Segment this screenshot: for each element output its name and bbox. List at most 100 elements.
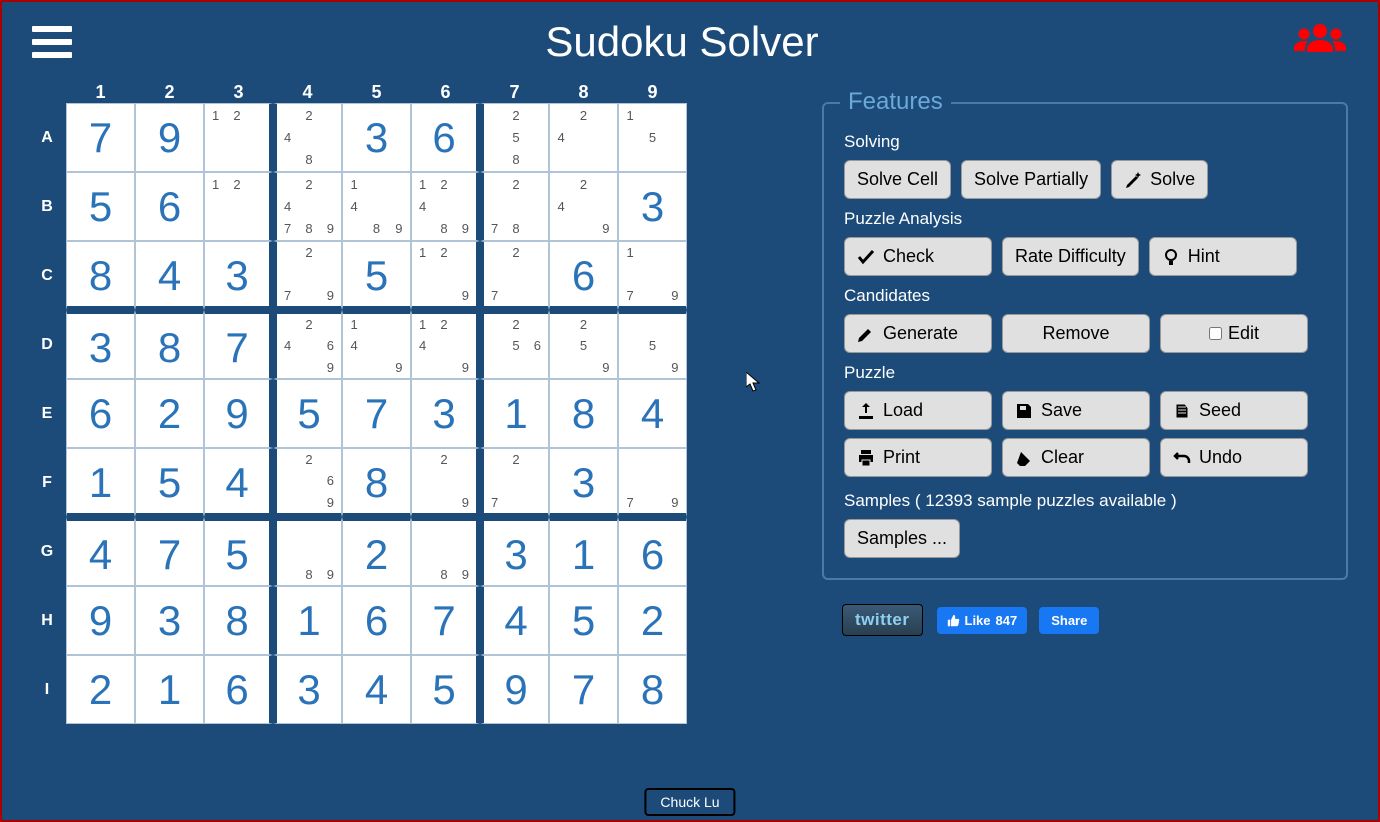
sudoku-cell[interactable]: 249 bbox=[549, 172, 618, 241]
sudoku-cell[interactable]: 2 bbox=[135, 379, 204, 448]
sudoku-cell[interactable]: 6 bbox=[342, 586, 411, 655]
sudoku-cell[interactable]: 7 bbox=[135, 517, 204, 586]
twitter-button[interactable]: twitter bbox=[842, 604, 923, 636]
sudoku-cell[interactable]: 79 bbox=[618, 448, 687, 517]
sudoku-cell[interactable]: 8 bbox=[66, 241, 135, 310]
sudoku-cell[interactable]: 4 bbox=[204, 448, 273, 517]
sudoku-cell[interactable]: 89 bbox=[273, 517, 342, 586]
sudoku-cell[interactable]: 1 bbox=[135, 655, 204, 724]
sudoku-cell[interactable]: 8 bbox=[135, 310, 204, 379]
sudoku-cell[interactable]: 12 bbox=[204, 172, 273, 241]
sudoku-cell[interactable]: 5 bbox=[135, 448, 204, 517]
sudoku-cell[interactable]: 2 bbox=[66, 655, 135, 724]
solve-cell-button[interactable]: Solve Cell bbox=[844, 160, 951, 199]
sudoku-cell[interactable]: 7 bbox=[204, 310, 273, 379]
sudoku-cell[interactable]: 4 bbox=[66, 517, 135, 586]
sudoku-cell[interactable]: 24789 bbox=[273, 172, 342, 241]
sudoku-cell[interactable]: 2 bbox=[342, 517, 411, 586]
sudoku-cell[interactable]: 1 bbox=[66, 448, 135, 517]
sudoku-cell[interactable]: 279 bbox=[273, 241, 342, 310]
sudoku-cell[interactable]: 1 bbox=[273, 586, 342, 655]
sudoku-cell[interactable]: 3 bbox=[480, 517, 549, 586]
menu-icon[interactable] bbox=[32, 22, 72, 62]
sudoku-cell[interactable]: 9 bbox=[480, 655, 549, 724]
fb-share-button[interactable]: Share bbox=[1039, 607, 1099, 634]
sudoku-cell[interactable]: 6 bbox=[66, 379, 135, 448]
samples-button[interactable]: Samples ... bbox=[844, 519, 960, 558]
edit-checkbox[interactable] bbox=[1209, 327, 1222, 340]
sudoku-cell[interactable]: 269 bbox=[273, 448, 342, 517]
sudoku-cell[interactable]: 7 bbox=[66, 103, 135, 172]
sudoku-cell[interactable]: 1 bbox=[549, 517, 618, 586]
sudoku-cell[interactable]: 9 bbox=[135, 103, 204, 172]
clear-button[interactable]: Clear bbox=[1002, 438, 1150, 477]
sudoku-cell[interactable]: 256 bbox=[480, 310, 549, 379]
sudoku-cell[interactable]: 3 bbox=[411, 379, 480, 448]
sudoku-cell[interactable]: 7 bbox=[549, 655, 618, 724]
sudoku-cell[interactable]: 5 bbox=[549, 586, 618, 655]
check-button[interactable]: Check bbox=[844, 237, 992, 276]
sudoku-cell[interactable]: 8 bbox=[342, 448, 411, 517]
sudoku-cell[interactable]: 5 bbox=[411, 655, 480, 724]
users-icon[interactable] bbox=[1292, 21, 1348, 64]
sudoku-cell[interactable]: 89 bbox=[411, 517, 480, 586]
sudoku-cell[interactable]: 27 bbox=[480, 241, 549, 310]
hint-button[interactable]: Hint bbox=[1149, 237, 1297, 276]
sudoku-cell[interactable]: 5 bbox=[204, 517, 273, 586]
sudoku-cell[interactable]: 6 bbox=[135, 172, 204, 241]
sudoku-cell[interactable]: 6 bbox=[411, 103, 480, 172]
sudoku-cell[interactable]: 12489 bbox=[411, 172, 480, 241]
sudoku-cell[interactable]: 2 bbox=[618, 586, 687, 655]
sudoku-cell[interactable]: 15 bbox=[618, 103, 687, 172]
sudoku-cell[interactable]: 9 bbox=[204, 379, 273, 448]
solve-partially-button[interactable]: Solve Partially bbox=[961, 160, 1101, 199]
sudoku-cell[interactable]: 5 bbox=[273, 379, 342, 448]
sudoku-cell[interactable]: 24 bbox=[549, 103, 618, 172]
sudoku-cell[interactable]: 3 bbox=[618, 172, 687, 241]
sudoku-cell[interactable]: 4 bbox=[618, 379, 687, 448]
remove-button[interactable]: Remove bbox=[1002, 314, 1150, 353]
sudoku-cell[interactable]: 6 bbox=[618, 517, 687, 586]
sudoku-cell[interactable]: 259 bbox=[549, 310, 618, 379]
sudoku-cell[interactable]: 258 bbox=[480, 103, 549, 172]
edit-toggle[interactable]: Edit bbox=[1160, 314, 1308, 353]
sudoku-cell[interactable]: 179 bbox=[618, 241, 687, 310]
sudoku-cell[interactable]: 248 bbox=[273, 103, 342, 172]
fb-like-button[interactable]: Like 847 bbox=[937, 607, 1028, 634]
sudoku-cell[interactable]: 6 bbox=[549, 241, 618, 310]
save-button[interactable]: Save bbox=[1002, 391, 1150, 430]
sudoku-cell[interactable]: 12 bbox=[204, 103, 273, 172]
sudoku-cell[interactable]: 3 bbox=[66, 310, 135, 379]
sudoku-cell[interactable]: 149 bbox=[342, 310, 411, 379]
print-button[interactable]: Print bbox=[844, 438, 992, 477]
load-button[interactable]: Load bbox=[844, 391, 992, 430]
sudoku-cell[interactable]: 129 bbox=[411, 241, 480, 310]
solve-button[interactable]: Solve bbox=[1111, 160, 1208, 199]
sudoku-cell[interactable]: 59 bbox=[618, 310, 687, 379]
rate-button[interactable]: Rate Difficulty bbox=[1002, 237, 1139, 276]
sudoku-cell[interactable]: 8 bbox=[618, 655, 687, 724]
sudoku-cell[interactable]: 3 bbox=[135, 586, 204, 655]
undo-button[interactable]: Undo bbox=[1160, 438, 1308, 477]
sudoku-cell[interactable]: 278 bbox=[480, 172, 549, 241]
seed-button[interactable]: Seed bbox=[1160, 391, 1308, 430]
sudoku-cell[interactable]: 4 bbox=[135, 241, 204, 310]
sudoku-cell[interactable]: 3 bbox=[342, 103, 411, 172]
sudoku-cell[interactable]: 3 bbox=[273, 655, 342, 724]
sudoku-cell[interactable]: 1489 bbox=[342, 172, 411, 241]
sudoku-cell[interactable]: 5 bbox=[342, 241, 411, 310]
generate-button[interactable]: Generate bbox=[844, 314, 992, 353]
sudoku-cell[interactable]: 8 bbox=[549, 379, 618, 448]
sudoku-cell[interactable]: 8 bbox=[204, 586, 273, 655]
sudoku-cell[interactable]: 4 bbox=[342, 655, 411, 724]
sudoku-cell[interactable]: 7 bbox=[411, 586, 480, 655]
sudoku-cell[interactable]: 3 bbox=[204, 241, 273, 310]
sudoku-cell[interactable]: 4 bbox=[480, 586, 549, 655]
sudoku-cell[interactable]: 2469 bbox=[273, 310, 342, 379]
sudoku-cell[interactable]: 1 bbox=[480, 379, 549, 448]
sudoku-cell[interactable]: 6 bbox=[204, 655, 273, 724]
sudoku-cell[interactable]: 27 bbox=[480, 448, 549, 517]
sudoku-cell[interactable]: 9 bbox=[66, 586, 135, 655]
sudoku-cell[interactable]: 7 bbox=[342, 379, 411, 448]
sudoku-cell[interactable]: 3 bbox=[549, 448, 618, 517]
